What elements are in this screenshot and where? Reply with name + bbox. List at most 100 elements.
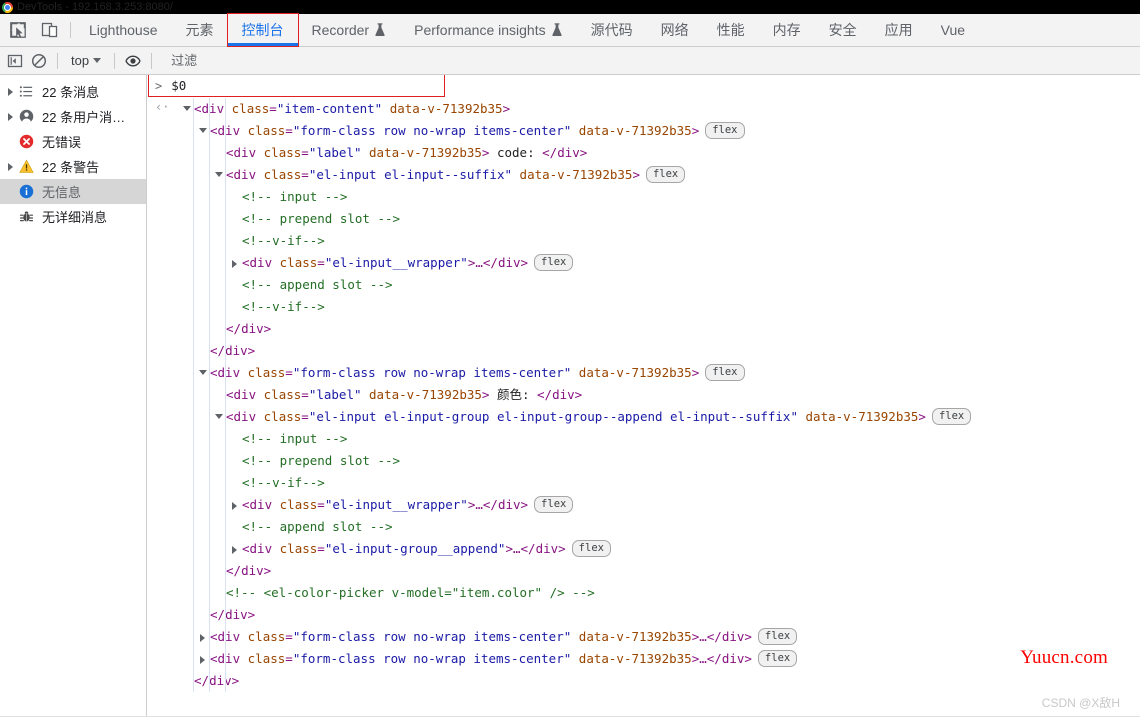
- chevron-right-icon[interactable]: [4, 162, 17, 171]
- token-punc: >: [263, 563, 272, 578]
- tab-label: 源代码: [590, 22, 633, 38]
- sidebar-item-0[interactable]: 22 条消息: [0, 79, 146, 104]
- tab-7[interactable]: 性能: [703, 14, 759, 46]
- dom-tree-node[interactable]: <div class="label" data-v-71392b35> code…: [169, 142, 1140, 164]
- token-punc: =: [285, 629, 293, 644]
- token-comment: <!-- prepend slot -->: [242, 453, 401, 468]
- clear-console-icon[interactable]: [30, 52, 48, 70]
- tab-4[interactable]: Performance insights: [400, 14, 577, 46]
- token-val: "form-class row no-wrap items-center": [292, 123, 572, 138]
- tab-0[interactable]: Lighthouse: [75, 14, 172, 46]
- experimental-flask-icon: [375, 23, 385, 36]
- flex-badge[interactable]: flex: [645, 166, 686, 183]
- experimental-flask-icon: [551, 23, 562, 36]
- chevron-right-icon[interactable]: [4, 87, 17, 96]
- token-tag: div: [497, 255, 521, 270]
- token-sp: [571, 123, 579, 138]
- tab-label: 内存: [772, 22, 801, 38]
- flex-badge[interactable]: flex: [757, 650, 798, 667]
- token-tag: div: [241, 563, 264, 578]
- dom-tree-node[interactable]: <div class="form-class row no-wrap items…: [169, 362, 1140, 384]
- dom-tree-node[interactable]: </div>: [169, 670, 1140, 692]
- tab-8[interactable]: 内存: [759, 14, 815, 46]
- flex-badge[interactable]: flex: [571, 540, 611, 557]
- sidebar-item-3[interactable]: 22 条警告: [0, 154, 146, 179]
- dom-tree-node[interactable]: </div>: [169, 340, 1140, 362]
- dom-tree-node[interactable]: <div class="el-input__wrapper">…</div> fl…: [169, 494, 1140, 516]
- tab-1[interactable]: 元素: [172, 14, 228, 46]
- dom-tree-node[interactable]: </div>: [169, 604, 1140, 626]
- filter-input[interactable]: [167, 50, 1140, 71]
- live-expression-icon[interactable]: [124, 52, 142, 70]
- sidebar-toggle-icon[interactable]: [6, 52, 24, 70]
- dom-tree-node[interactable]: <div class="form-class row no-wrap items…: [169, 626, 1140, 648]
- flex-badge[interactable]: flex: [757, 628, 798, 645]
- tab-label: Vue: [940, 22, 966, 38]
- dom-tree-node[interactable]: <div class="el-input el-input-group el-i…: [169, 406, 1140, 428]
- flex-badge[interactable]: flex: [705, 122, 745, 139]
- token-attr: class: [247, 123, 286, 138]
- dom-tree-node[interactable]: <!-- <el-color-picker v-model="item.colo…: [169, 582, 1140, 604]
- dom-tree-node[interactable]: <div class="form-class row no-wrap items…: [169, 120, 1140, 142]
- tab-6[interactable]: 网络: [647, 14, 703, 46]
- flex-badge[interactable]: flex: [931, 408, 972, 425]
- token-punc: =: [285, 365, 293, 380]
- token-sp: [272, 497, 280, 512]
- dom-tree-node[interactable]: <div class="form-class row no-wrap items…: [169, 648, 1140, 670]
- dom-tree-node[interactable]: </div>: [169, 560, 1140, 582]
- dom-tree-node[interactable]: <!-- append slot -->: [169, 516, 1140, 538]
- tab-2[interactable]: 控制台: [226, 13, 299, 47]
- token-val: "form-class row no-wrap items-center": [292, 651, 572, 666]
- token-ellipsis: …: [699, 629, 707, 644]
- flex-badge[interactable]: flex: [534, 496, 574, 513]
- devtools-window: DevTools - 192.168.3.253:8080/ Lighthous…: [0, 0, 1140, 717]
- token-attr: class: [247, 365, 286, 380]
- dom-tree-node[interactable]: <div class="el-input-group__append">…</d…: [169, 538, 1140, 560]
- tab-5[interactable]: 源代码: [577, 14, 647, 46]
- token-attr: class: [247, 629, 286, 644]
- dom-tree-node[interactable]: <!--v-if-->: [169, 230, 1140, 252]
- dom-tree-node[interactable]: <!-- input -->: [169, 428, 1140, 450]
- dom-tree-node[interactable]: </div>: [169, 318, 1140, 340]
- dom-tree-node[interactable]: <div class="label" data-v-71392b35> 颜色: …: [169, 384, 1140, 406]
- device-toolbar-icon[interactable]: [40, 20, 60, 40]
- token-val: "el-input el-input-group el-input-group-…: [308, 409, 798, 424]
- tab-label: Performance insights: [414, 22, 546, 38]
- flex-badge[interactable]: flex: [534, 254, 574, 271]
- dom-tree-node[interactable]: <!--v-if-->: [169, 296, 1140, 318]
- tab-label: 网络: [660, 22, 689, 38]
- tab-11[interactable]: Vue: [927, 14, 979, 46]
- dom-tree-node[interactable]: <!-- prepend slot -->: [169, 450, 1140, 472]
- token-punc: >: [263, 321, 272, 336]
- chevron-right-icon[interactable]: [4, 112, 17, 121]
- console-toolbar-divider-1: [57, 52, 58, 69]
- token-punc: >: [558, 541, 566, 556]
- dom-tree-node[interactable]: <!-- append slot -->: [169, 274, 1140, 296]
- dom-tree-node[interactable]: <!-- prepend slot -->: [169, 208, 1140, 230]
- window-title-bar: DevTools - 192.168.3.253:8080/: [0, 0, 1140, 14]
- dom-tree-node[interactable]: <!-- input -->: [169, 186, 1140, 208]
- dom-tree-node[interactable]: <!--v-if-->: [169, 472, 1140, 494]
- dom-tree-node[interactable]: <div class="el-input el-input--suffix" d…: [169, 164, 1140, 186]
- tab-label: Recorder: [311, 22, 370, 38]
- console-sidebar: 22 条消息 22 条用户消… 无错误 22 条警告 无信息 无详细消息: [0, 75, 147, 716]
- flex-badge[interactable]: flex: [705, 364, 745, 381]
- sidebar-item-5[interactable]: 无详细消息: [0, 204, 146, 229]
- console-toolbar-divider-2: [114, 52, 116, 69]
- dom-tree-node[interactable]: <div class="item-content" data-v-71392b3…: [169, 98, 1140, 120]
- token-attr: class: [247, 651, 286, 666]
- sidebar-item-4[interactable]: 无信息: [0, 179, 146, 204]
- tab-3[interactable]: Recorder: [298, 14, 401, 46]
- execution-context-selector[interactable]: top: [67, 52, 105, 69]
- dom-tree-node[interactable]: <div class="el-input__wrapper">…</div> fl…: [169, 252, 1140, 274]
- tab-9[interactable]: 安全: [815, 14, 871, 46]
- token-sp: [240, 651, 248, 666]
- tab-10[interactable]: 应用: [871, 14, 927, 46]
- console-command-echo[interactable]: > $0: [148, 75, 445, 97]
- token-sp: [571, 365, 579, 380]
- sidebar-item-1[interactable]: 22 条用户消…: [0, 104, 146, 129]
- tab-strip-tools: [0, 14, 66, 46]
- inspect-element-icon[interactable]: [8, 20, 28, 40]
- token-attr: class: [279, 541, 318, 556]
- sidebar-item-2[interactable]: 无错误: [0, 129, 146, 154]
